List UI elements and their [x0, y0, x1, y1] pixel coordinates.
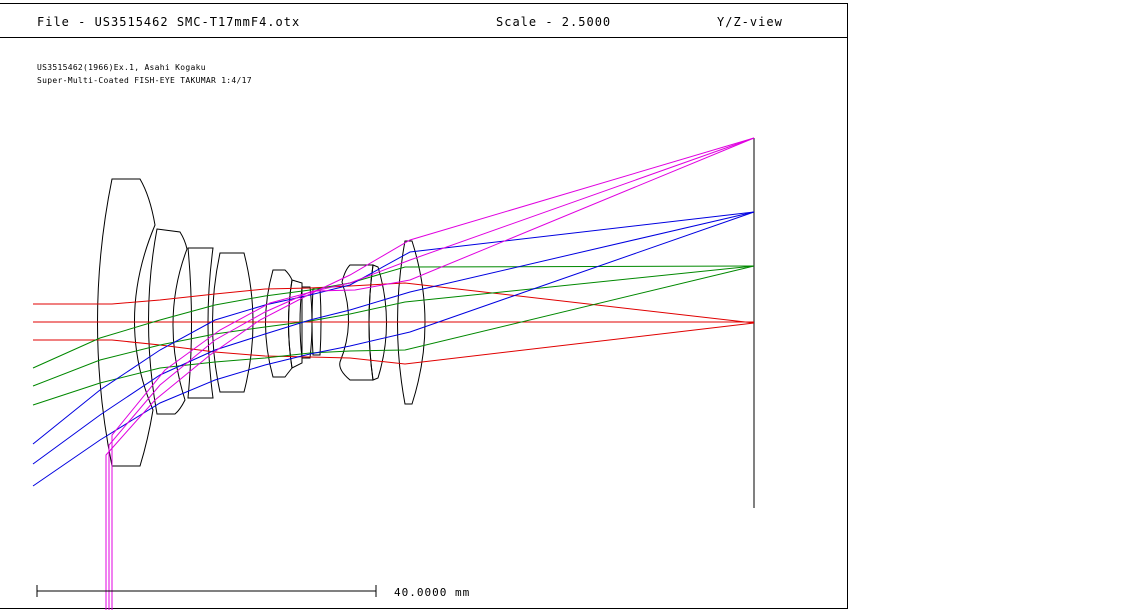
- axial-ray-bundle: [33, 282, 755, 365]
- lens-layout-drawing: [32, 137, 755, 610]
- optical-design-window: File - US3515462 SMC-T17mmF4.otx Scale -…: [0, 0, 1131, 612]
- scale-bar: [36, 585, 377, 597]
- field-3-ray-bundle: [105, 137, 755, 610]
- field-2-ray-upper: [32, 211, 755, 445]
- field-2-ray-lower: [32, 211, 755, 487]
- axial-ray-lower: [33, 322, 755, 365]
- field-3-ray-a: [105, 137, 755, 610]
- axial-ray-upper: [33, 282, 755, 324]
- field-1-ray-upper: [32, 265, 755, 369]
- field-2-ray-bundle: [32, 211, 755, 487]
- field-3-ray-b: [108, 137, 755, 610]
- field-3-ray-c: [111, 137, 755, 610]
- scale-bar-label: 40.0000 mm: [394, 586, 471, 599]
